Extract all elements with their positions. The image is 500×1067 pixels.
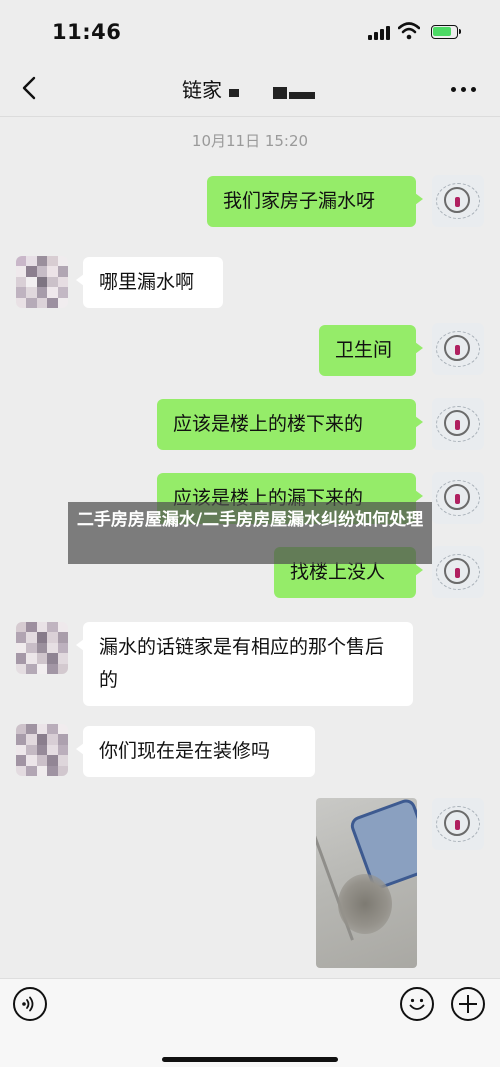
redaction-mark	[229, 89, 239, 97]
chat-title: 链家	[182, 78, 222, 102]
plus-icon[interactable]	[451, 987, 485, 1021]
my-avatar[interactable]	[432, 175, 484, 227]
my-avatar[interactable]	[432, 546, 484, 598]
contact-avatar[interactable]	[16, 622, 68, 674]
message-bubble[interactable]: 哪里漏水啊	[76, 257, 223, 308]
emoji-icon[interactable]	[400, 987, 434, 1021]
my-avatar[interactable]	[432, 472, 484, 524]
my-avatar[interactable]	[432, 398, 484, 450]
contact-avatar[interactable]	[16, 724, 68, 776]
redaction-mark	[273, 87, 287, 99]
voice-icon[interactable]	[13, 987, 47, 1021]
message-bubble[interactable]: 卫生间	[319, 325, 423, 376]
redaction-mark	[289, 92, 315, 99]
message-bubble[interactable]: 应该是楼上的楼下来的	[157, 399, 423, 450]
contact-avatar[interactable]	[16, 256, 68, 308]
image-message[interactable]	[316, 798, 417, 968]
message-bubble[interactable]: 我们家房子漏水呀	[207, 176, 423, 227]
caption-overlay: 二手房房屋漏水/二手房房屋漏水纠纷如何处理	[68, 502, 432, 564]
chevron-left-icon[interactable]	[18, 74, 44, 102]
my-avatar[interactable]	[432, 323, 484, 375]
status-time: 11:46	[52, 20, 122, 44]
battery-icon	[431, 25, 461, 39]
signal-icon	[368, 26, 390, 40]
home-indicator	[162, 1057, 338, 1062]
my-avatar[interactable]	[432, 798, 484, 850]
message-bubble[interactable]: 你们现在是在装修吗	[76, 726, 315, 777]
more-icon[interactable]	[451, 87, 477, 93]
wifi-icon	[398, 22, 420, 40]
status-bar: 11:46	[0, 0, 500, 62]
chat-header: 链家	[0, 62, 500, 117]
message-bubble[interactable]: 漏水的话链家是有相应的那个售后的	[76, 622, 413, 706]
input-bar	[0, 978, 500, 1067]
chat-timestamp: 10月11日 15:20	[191, 132, 309, 150]
caption-text: 二手房房屋漏水/二手房房屋漏水纠纷如何处理	[76, 510, 424, 530]
